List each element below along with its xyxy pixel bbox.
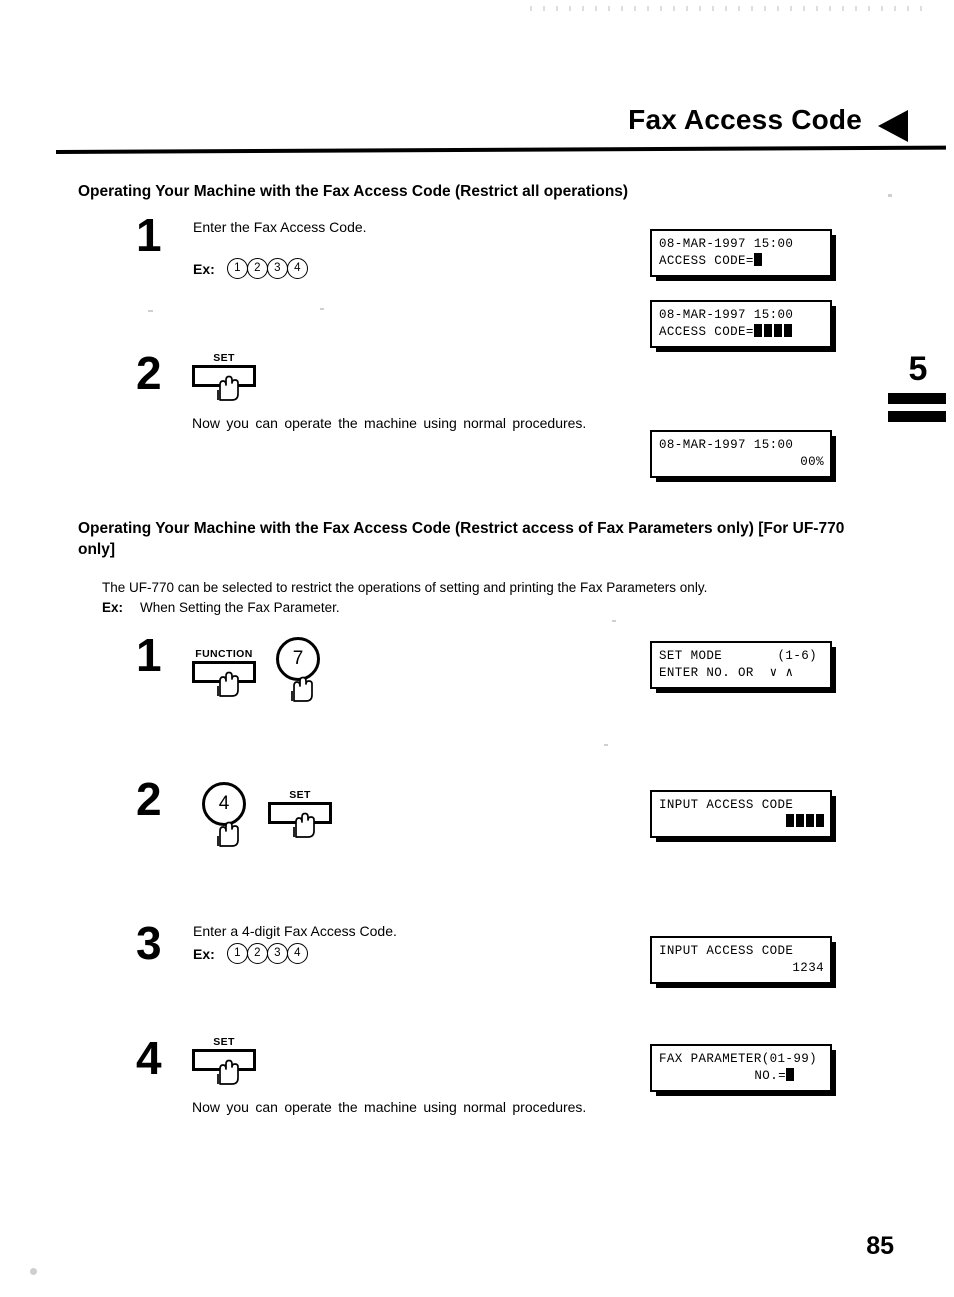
lcd-line: INPUT ACCESS CODE — [659, 798, 794, 812]
example-label: Ex: — [193, 945, 215, 962]
circled-digit-icon: 3 — [266, 258, 288, 279]
numeric-key-4[interactable]: 4 — [202, 782, 246, 847]
section-heading-restrict-fax-parameters: Operating Your Machine with the Fax Acce… — [78, 520, 845, 559]
step-instruction: Enter a 4-digit Fax Access Code. — [193, 923, 397, 939]
scan-speck — [604, 744, 608, 746]
header-divider — [55, 145, 946, 154]
example-row: Ex: 1 2 3 4 — [193, 258, 308, 279]
circled-digit-icon: 2 — [246, 943, 268, 964]
example-row: Ex: 1 2 3 4 — [193, 943, 308, 964]
masked-digit-block-icon — [773, 324, 782, 337]
pointing-hand-icon — [217, 821, 239, 847]
scan-artifact-top — [530, 6, 930, 11]
lcd-line: INPUT ACCESS CODE — [659, 944, 794, 958]
chapter-number: 5 — [908, 350, 928, 388]
intro-example-text: When Setting the Fax Parameter. — [140, 600, 340, 616]
lcd-line: 08-MAR-1997 15:00 — [659, 438, 794, 452]
cursor-block-icon — [786, 1068, 794, 1081]
lcd-display-access-code-empty: 08-MAR-1997 15:00 ACCESS CODE= — [650, 229, 832, 277]
intro-example-row: Ex: When Setting the Fax Parameter. — [102, 598, 862, 617]
lcd-line: ACCESS CODE= — [659, 324, 824, 341]
section-intro: The UF-770 can be selected to restrict t… — [102, 578, 862, 617]
step-note: Now you can operate the machine using no… — [192, 415, 587, 431]
scan-speck — [612, 620, 616, 622]
lcd-display-access-code-filled: 08-MAR-1997 15:00 ACCESS CODE= — [650, 300, 832, 348]
intro-example-label: Ex: — [102, 600, 124, 616]
numeric-key-7[interactable]: 7 — [276, 637, 320, 702]
circled-digit-icon: 4 — [286, 943, 308, 964]
pointing-hand-icon — [291, 676, 313, 702]
step-note: Now you can operate the machine using no… — [192, 1099, 587, 1115]
function-key[interactable]: FUNCTION — [192, 648, 256, 697]
set-key[interactable]: SET — [192, 352, 256, 401]
lcd-line: ENTER NO. OR ∨ ∧ — [659, 666, 794, 680]
step-number: 2 — [136, 347, 162, 399]
circled-digit-icon: 1 — [226, 258, 248, 279]
step-number: 1 — [136, 209, 162, 261]
page-header: Fax Access Code — [0, 104, 954, 164]
lcd-line: 1234 — [792, 961, 824, 975]
masked-digit-block-icon — [783, 324, 792, 337]
intro-text: The UF-770 can be selected to restrict t… — [102, 580, 708, 595]
step-number: 3 — [136, 917, 162, 969]
masked-digit-block-icon — [753, 324, 762, 337]
set-key[interactable]: SET — [268, 789, 332, 838]
pointing-hand-icon — [217, 1059, 239, 1085]
chapter-tab: 5 — [888, 352, 948, 422]
circled-digit-icon: 4 — [286, 258, 308, 279]
set-key[interactable]: SET — [192, 1036, 256, 1085]
lcd-display-input-access-code-masked: INPUT ACCESS CODE — [650, 790, 832, 838]
page-title: Fax Access Code — [628, 104, 862, 135]
pointing-hand-icon — [217, 375, 239, 401]
masked-digit-block-icon — [816, 814, 824, 827]
masked-digit-block-icon — [786, 814, 794, 827]
lcd-line: FAX PARAMETER(01-99) — [659, 1052, 818, 1066]
scan-speck — [148, 310, 153, 312]
lcd-text: NO.= — [754, 1069, 786, 1083]
lcd-display-set-mode: SET MODE (1-6) ENTER NO. OR ∨ ∧ — [650, 641, 832, 689]
page-number: 85 — [866, 1232, 894, 1260]
left-pointing-triangle-icon — [878, 110, 908, 142]
function-key-label: FUNCTION — [195, 648, 253, 660]
circled-digit-icon: 2 — [246, 258, 268, 279]
pointing-hand-icon — [217, 671, 239, 697]
masked-digit-block-icon — [796, 814, 804, 827]
pointing-hand-icon — [293, 812, 315, 838]
step-number: 2 — [136, 773, 162, 825]
set-key-label: SET — [213, 352, 235, 364]
lcd-line: SET MODE (1-6) — [659, 649, 818, 663]
step-number: 4 — [136, 1032, 162, 1084]
step-number: 1 — [136, 629, 162, 681]
chapter-bar-bottom — [888, 411, 946, 422]
masked-digit-block-icon — [763, 324, 772, 337]
lcd-line: NO.= — [659, 1068, 824, 1085]
scan-speck — [30, 1268, 37, 1275]
lcd-line: ACCESS CODE= — [659, 253, 824, 270]
lcd-line: 00% — [800, 455, 824, 469]
scan-speck — [320, 308, 324, 310]
cursor-block-icon — [753, 253, 762, 266]
lcd-line — [659, 814, 824, 831]
scan-speck — [888, 194, 892, 197]
circled-digit-icon: 3 — [266, 943, 288, 964]
lcd-display-input-access-code-1234: INPUT ACCESS CODE 1234 — [650, 936, 832, 984]
step-instruction: Enter the Fax Access Code. — [193, 219, 367, 235]
example-label: Ex: — [193, 260, 215, 277]
set-key-label: SET — [213, 1036, 235, 1048]
lcd-line: 08-MAR-1997 15:00 — [659, 237, 794, 251]
masked-digit-block-icon — [806, 814, 814, 827]
lcd-display-standby: 08-MAR-1997 15:00 00% — [650, 430, 832, 478]
section-heading-restrict-all: Operating Your Machine with the Fax Acce… — [78, 183, 629, 200]
chapter-bar-top — [888, 393, 946, 404]
set-key-label: SET — [289, 789, 311, 801]
lcd-line: 08-MAR-1997 15:00 — [659, 308, 794, 322]
circled-digit-icon: 1 — [226, 943, 248, 964]
lcd-text: ACCESS CODE= — [659, 325, 754, 339]
lcd-text: ACCESS CODE= — [659, 254, 754, 268]
manual-page: Fax Access Code 5 Operating Your Machine… — [0, 0, 954, 1297]
lcd-display-fax-parameter: FAX PARAMETER(01-99) NO.= — [650, 1044, 832, 1092]
